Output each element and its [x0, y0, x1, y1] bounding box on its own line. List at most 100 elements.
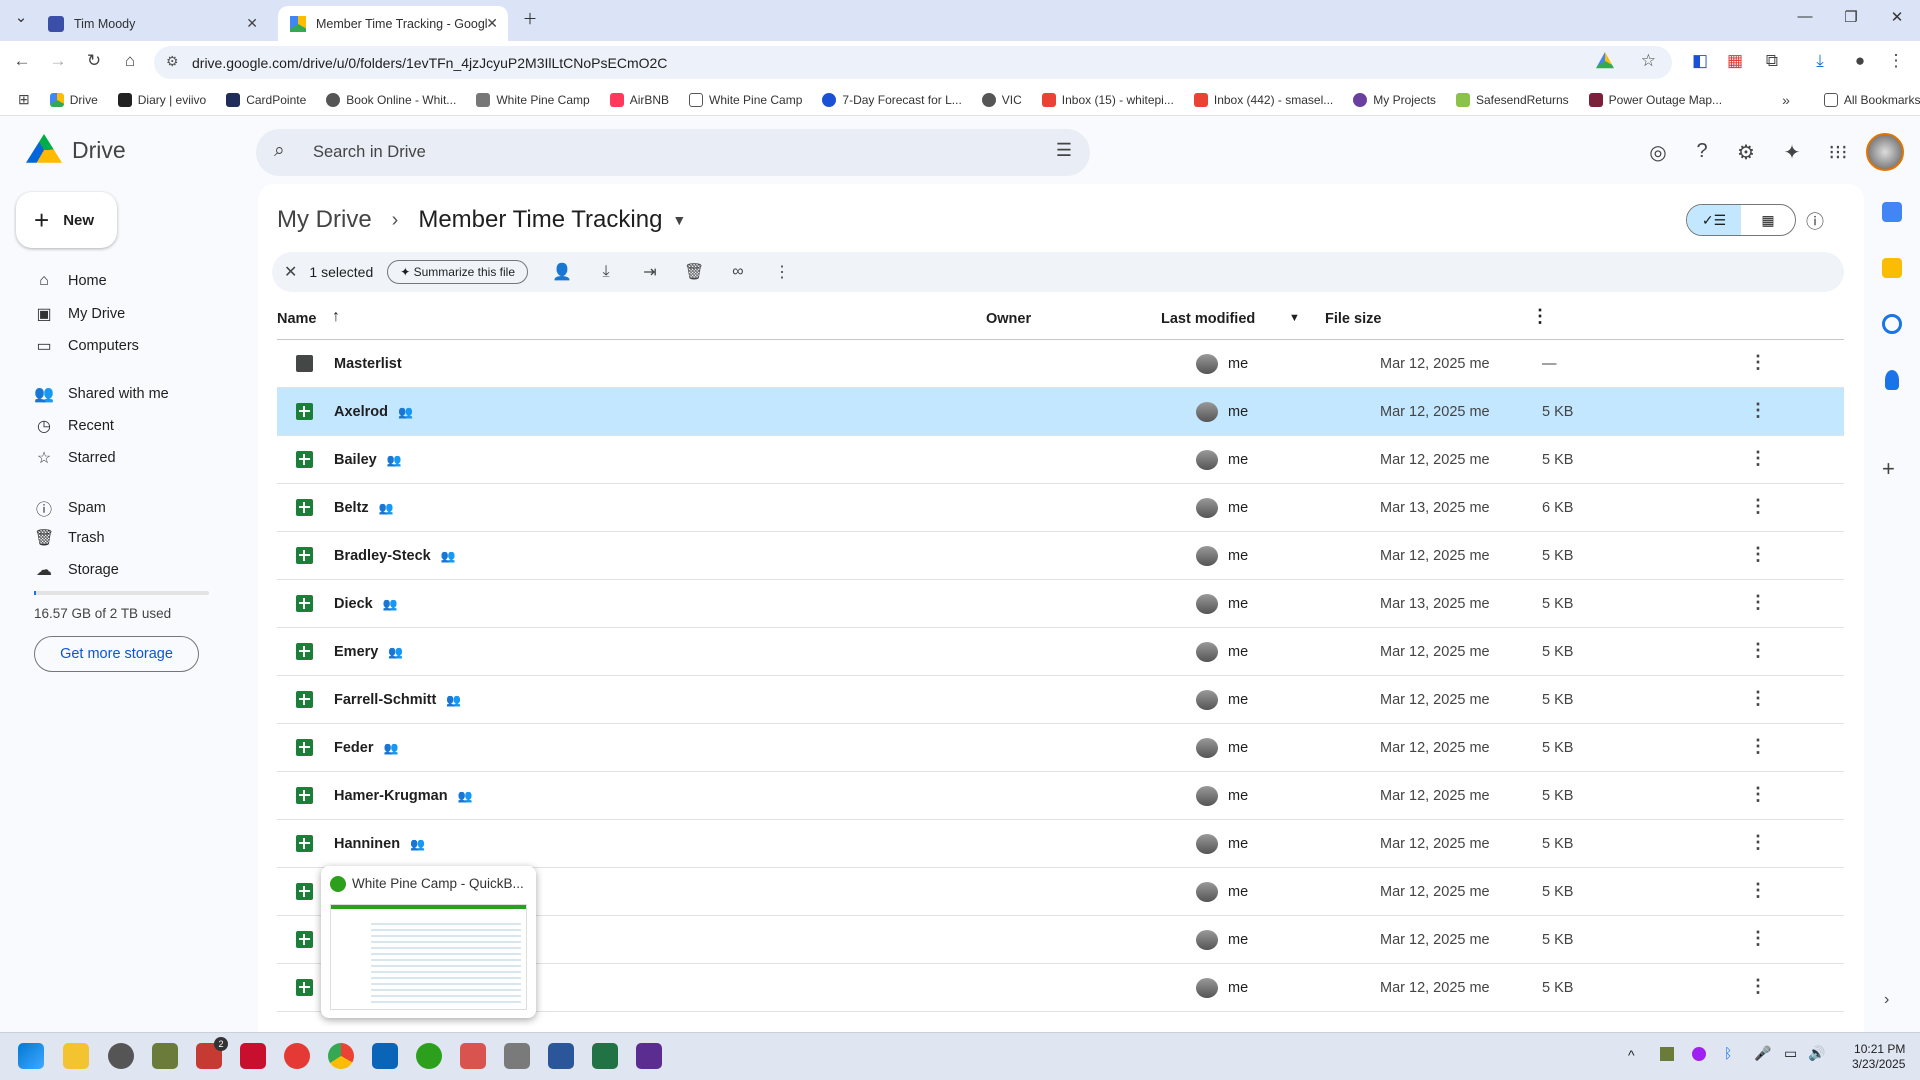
bookmark-star-icon[interactable]: ☆ [1641, 51, 1656, 71]
nav-trash[interactable]: 🗑 Trash [34, 528, 105, 548]
close-tab-icon[interactable]: ✕ [246, 15, 258, 32]
app-icon[interactable] [152, 1043, 178, 1069]
close-tab-icon[interactable]: ✕ [486, 15, 498, 32]
row-more-actions-icon[interactable]: ⋮ [1749, 784, 1767, 805]
sort-dropdown-icon[interactable]: ▼ [1289, 312, 1300, 324]
chevron-up-icon[interactable]: ^ [1628, 1047, 1635, 1063]
row-more-actions-icon[interactable]: ⋮ [1749, 976, 1767, 997]
quickbooks-icon[interactable] [416, 1043, 442, 1069]
file-name[interactable]: Hanninen 👥 [334, 836, 425, 852]
row-more-actions-icon[interactable]: ⋮ [1749, 352, 1767, 373]
row-more-actions-icon[interactable]: ⋮ [1749, 832, 1767, 853]
column-options-icon[interactable]: ⋮ [1531, 306, 1549, 327]
close-window-icon[interactable]: ✕ [1882, 8, 1912, 26]
tasks-icon[interactable] [1882, 314, 1902, 334]
minimize-icon[interactable]: — [1790, 8, 1820, 25]
list-view-icon[interactable]: ✓☰ [1687, 205, 1741, 235]
bookmark[interactable]: VIC [981, 92, 1022, 107]
app-icon[interactable] [108, 1043, 134, 1069]
downloads-icon[interactable]: ⤓ [1808, 51, 1832, 71]
offline-ready-icon[interactable]: ◎ [1644, 140, 1672, 165]
row-more-actions-icon[interactable]: ⋮ [1749, 928, 1767, 949]
bookmark[interactable]: Book Online - Whit... [326, 92, 456, 107]
row-more-actions-icon[interactable]: ⋮ [1749, 736, 1767, 757]
network-icon[interactable]: ▭ [1784, 1045, 1797, 1062]
link-icon[interactable]: ∞ [728, 263, 748, 281]
nav-starred[interactable]: ☆ Starred [34, 448, 116, 468]
get-addons-plus-icon[interactable]: + [1882, 456, 1895, 482]
more-bookmarks-icon[interactable]: » [1782, 92, 1790, 108]
file-explorer-icon[interactable] [63, 1043, 89, 1069]
start-icon[interactable] [18, 1043, 44, 1069]
bookmark[interactable]: SafesendReturns [1455, 92, 1569, 107]
search-icon[interactable]: ⌕ [274, 140, 285, 162]
file-name[interactable]: Bailey 👥 [334, 452, 402, 468]
row-more-actions-icon[interactable]: ⋮ [1749, 688, 1767, 709]
account-avatar[interactable] [1866, 133, 1904, 171]
file-name[interactable]: Farrell-Schmitt 👥 [334, 692, 461, 708]
bookmark[interactable]: AirBNB [609, 92, 669, 107]
table-row[interactable]: Hanninen 👥 me Mar 12, 2025 me 5 KB ⋮ [277, 820, 1844, 868]
table-row[interactable]: Emery 👥 me Mar 12, 2025 me 5 KB ⋮ [277, 628, 1844, 676]
drive-extension-icon[interactable] [1596, 52, 1614, 69]
back-icon[interactable]: ← [10, 51, 34, 71]
profile-avatar-icon[interactable]: ● [1848, 51, 1872, 71]
bluetooth-icon[interactable]: ᛒ [1724, 1045, 1732, 1061]
bookmark[interactable]: My Projects [1353, 92, 1436, 107]
file-name[interactable]: Axelrod 👥 [334, 404, 413, 420]
hide-side-panel-icon[interactable]: › [1884, 991, 1889, 1009]
breadcrumb-current-folder[interactable]: Member Time Tracking [418, 206, 662, 234]
app-icon[interactable] [636, 1043, 662, 1069]
keep-icon[interactable] [1882, 258, 1902, 278]
download-icon[interactable]: ⤓ [596, 263, 616, 281]
taskbar-preview-popup[interactable]: White Pine Camp - QuickB... [321, 866, 536, 1018]
table-row[interactable]: Feder 👥 me Mar 12, 2025 me 5 KB ⋮ [277, 724, 1844, 772]
site-info-icon[interactable]: ⚙ [166, 53, 179, 70]
bookmark[interactable]: White Pine Camp [689, 92, 802, 107]
extension-red-icon[interactable]: ▦ [1723, 51, 1747, 71]
move-icon[interactable]: ⇥ [640, 262, 660, 282]
clock[interactable]: 10:21 PM 3/23/2025 [1852, 1042, 1905, 1072]
trash-icon[interactable]: 🗑 [684, 262, 704, 282]
calendar-icon[interactable] [1882, 202, 1902, 222]
bookmark[interactable]: Power Outage Map... [1588, 92, 1722, 107]
address-bar[interactable]: ⚙ drive.google.com/drive/u/0/folders/1ev… [154, 46, 1672, 79]
app-icon[interactable] [460, 1043, 486, 1069]
new-button[interactable]: + New [16, 192, 117, 248]
vivaldi-icon[interactable] [284, 1043, 310, 1069]
nav-computers[interactable]: ▭ Computers [34, 336, 138, 356]
app-icon[interactable] [240, 1043, 266, 1069]
file-name[interactable]: Bradley-Steck 👥 [334, 548, 456, 564]
nav-shared-with-me[interactable]: 👥 Shared with me [34, 384, 169, 404]
restore-icon[interactable]: ❐ [1836, 8, 1866, 26]
nav-my-drive[interactable]: ▣ My Drive [34, 304, 125, 324]
extension-icon[interactable]: ◧ [1688, 51, 1712, 71]
reload-icon[interactable]: ↻ [82, 51, 106, 71]
file-name[interactable]: Dieck 👥 [334, 596, 398, 612]
tab-tim-moody[interactable]: Tim Moody ✕ [36, 6, 268, 41]
row-more-actions-icon[interactable]: ⋮ [1749, 496, 1767, 517]
tab-search-chevron-icon[interactable]: ⌄ [6, 8, 36, 26]
search-input[interactable]: ⌕ Search in Drive ☰ [256, 129, 1090, 176]
bookmark[interactable]: CardPointe [226, 92, 306, 107]
nav-recent[interactable]: ◷ Recent [34, 416, 114, 436]
clear-selection-icon[interactable]: ✕ [284, 262, 297, 282]
info-icon[interactable]: ⓘ [1806, 208, 1824, 234]
forward-icon[interactable]: → [46, 51, 70, 71]
column-file-size[interactable]: File size [1325, 311, 1381, 327]
table-row[interactable]: Beltz 👥 me Mar 13, 2025 me 6 KB ⋮ [277, 484, 1844, 532]
column-owner[interactable]: Owner [986, 311, 1031, 327]
extensions-puzzle-icon[interactable]: ⧉ [1760, 51, 1784, 71]
table-row[interactable]: Dieck 👥 me Mar 13, 2025 me 5 KB ⋮ [277, 580, 1844, 628]
apps-grid-icon[interactable]: ⊞ [18, 91, 30, 108]
gemini-sparkle-icon[interactable]: ✦ [1778, 140, 1806, 165]
file-name[interactable]: Hamer-Krugman 👥 [334, 788, 473, 804]
column-name[interactable]: Name [277, 311, 317, 327]
dropdown-arrow-icon[interactable]: ▼ [672, 212, 686, 228]
file-name[interactable]: Beltz 👥 [334, 500, 394, 516]
more-actions-icon[interactable]: ⋮ [772, 262, 792, 282]
view-toggle[interactable]: ✓☰ ▦ [1686, 204, 1796, 236]
file-name[interactable]: Masterlist [334, 356, 402, 372]
breadcrumb-my-drive[interactable]: My Drive [277, 206, 372, 234]
grid-view-icon[interactable]: ▦ [1741, 205, 1795, 235]
